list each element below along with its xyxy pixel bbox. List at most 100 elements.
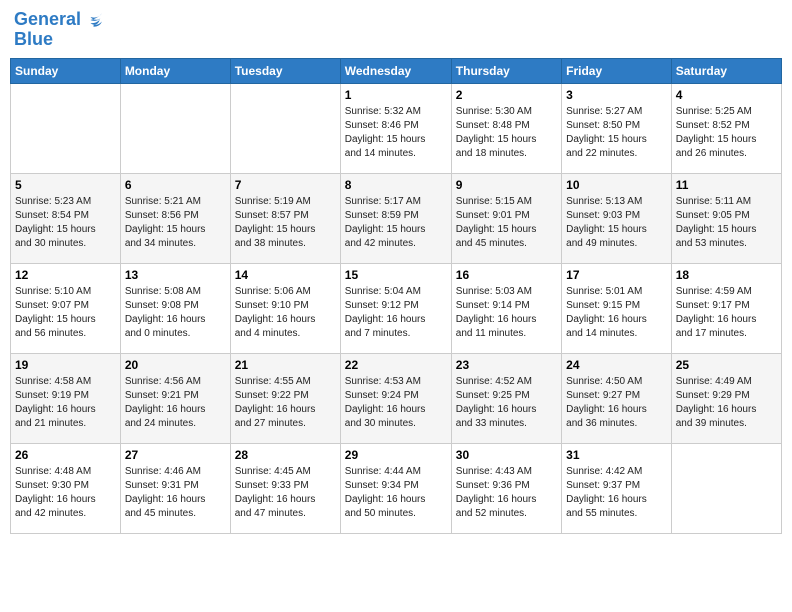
day-number: 19 (15, 358, 116, 372)
calendar-cell: 6Sunrise: 5:21 AM Sunset: 8:56 PM Daylig… (120, 173, 230, 263)
calendar-cell: 3Sunrise: 5:27 AM Sunset: 8:50 PM Daylig… (562, 83, 672, 173)
day-info: Sunrise: 5:15 AM Sunset: 9:01 PM Dayligh… (456, 195, 557, 251)
calendar-cell: 29 Sunrise: 4:44 AM Sunset: 9:34 PM Dayli… (340, 443, 451, 533)
calendar-cell: 20Sunrise: 4:56 AM Sunset: 9:21 PM Dayli… (120, 353, 230, 443)
day-info: Sunrise: 4:49 AM Sunset: 9:29 PM Dayligh… (676, 375, 777, 431)
calendar-cell (120, 83, 230, 173)
day-number: 9 (456, 178, 557, 192)
calendar-header: SundayMondayTuesdayWednesdayThursdayFrid… (11, 58, 782, 83)
day-number: 23 (456, 358, 557, 372)
weekday-header-monday: Monday (120, 58, 230, 83)
calendar-cell: 11 Sunrise: 5:11 AM Sunset: 9:05 PM Dayli… (671, 173, 781, 263)
calendar-cell: 8Sunrise: 5:17 AM Sunset: 8:59 PM Daylig… (340, 173, 451, 263)
day-info: Sunrise: 4:58 AM Sunset: 9:19 PM Dayligh… (15, 375, 116, 431)
day-number: 6 (125, 178, 226, 192)
calendar-cell (11, 83, 121, 173)
calendar-body: 1Sunrise: 5:32 AM Sunset: 8:46 PM Daylig… (11, 83, 782, 533)
day-info: Sunrise: 4:52 AM Sunset: 9:25 PM Dayligh… (456, 375, 557, 431)
calendar-cell: 12 Sunrise: 5:10 AM Sunset: 9:07 PM Dayli… (11, 263, 121, 353)
calendar-week-5: 26Sunrise: 4:48 AM Sunset: 9:30 PM Dayli… (11, 443, 782, 533)
logo: General Blue (14, 10, 104, 50)
calendar-week-4: 19 Sunrise: 4:58 AM Sunset: 9:19 PM Dayli… (11, 353, 782, 443)
calendar-cell: 17Sunrise: 5:01 AM Sunset: 9:15 PM Dayli… (562, 263, 672, 353)
calendar-cell: 26Sunrise: 4:48 AM Sunset: 9:30 PM Dayli… (11, 443, 121, 533)
calendar-week-1: 1Sunrise: 5:32 AM Sunset: 8:46 PM Daylig… (11, 83, 782, 173)
day-number: 7 (235, 178, 336, 192)
day-info: Sunrise: 4:53 AM Sunset: 9:24 PM Dayligh… (345, 375, 447, 431)
day-info: Sunrise: 4:50 AM Sunset: 9:27 PM Dayligh… (566, 375, 667, 431)
calendar-cell: 4 Sunrise: 5:25 AM Sunset: 8:52 PM Daylig… (671, 83, 781, 173)
calendar-cell: 7 Sunrise: 5:19 AM Sunset: 8:57 PM Daylig… (230, 173, 340, 263)
calendar-table: SundayMondayTuesdayWednesdayThursdayFrid… (10, 58, 782, 534)
weekday-header-wednesday: Wednesday (340, 58, 451, 83)
logo-text: General (14, 10, 104, 30)
calendar-cell: 9 Sunrise: 5:15 AM Sunset: 9:01 PM Daylig… (451, 173, 561, 263)
day-number: 1 (345, 88, 447, 102)
day-info: Sunrise: 5:27 AM Sunset: 8:50 PM Dayligh… (566, 105, 667, 161)
calendar-cell: 5 Sunrise: 5:23 AM Sunset: 8:54 PM Daylig… (11, 173, 121, 263)
calendar-cell: 25 Sunrise: 4:49 AM Sunset: 9:29 PM Dayli… (671, 353, 781, 443)
day-info: Sunrise: 5:19 AM Sunset: 8:57 PM Dayligh… (235, 195, 336, 251)
weekday-header-saturday: Saturday (671, 58, 781, 83)
day-info: Sunrise: 4:42 AM Sunset: 9:37 PM Dayligh… (566, 465, 667, 521)
day-number: 20 (125, 358, 226, 372)
day-info: Sunrise: 5:25 AM Sunset: 8:52 PM Dayligh… (676, 105, 777, 161)
day-number: 25 (676, 358, 777, 372)
day-number: 13 (125, 268, 226, 282)
calendar-cell: 31 Sunrise: 4:42 AM Sunset: 9:37 PM Dayli… (562, 443, 672, 533)
calendar-cell: 30 Sunrise: 4:43 AM Sunset: 9:36 PM Dayli… (451, 443, 561, 533)
weekday-header-sunday: Sunday (11, 58, 121, 83)
day-info: Sunrise: 5:30 AM Sunset: 8:48 PM Dayligh… (456, 105, 557, 161)
calendar-cell: 13 Sunrise: 5:08 AM Sunset: 9:08 PM Dayli… (120, 263, 230, 353)
day-number: 21 (235, 358, 336, 372)
day-info: Sunrise: 5:04 AM Sunset: 9:12 PM Dayligh… (345, 285, 447, 341)
day-info: Sunrise: 5:03 AM Sunset: 9:14 PM Dayligh… (456, 285, 557, 341)
calendar-cell: 14Sunrise: 5:06 AM Sunset: 9:10 PM Dayli… (230, 263, 340, 353)
day-number: 15 (345, 268, 447, 282)
day-info: Sunrise: 5:13 AM Sunset: 9:03 PM Dayligh… (566, 195, 667, 251)
calendar-cell (230, 83, 340, 173)
day-number: 11 (676, 178, 777, 192)
calendar-week-2: 5 Sunrise: 5:23 AM Sunset: 8:54 PM Daylig… (11, 173, 782, 263)
day-number: 29 (345, 448, 447, 462)
day-info: Sunrise: 4:44 AM Sunset: 9:34 PM Dayligh… (345, 465, 447, 521)
day-number: 16 (456, 268, 557, 282)
day-number: 30 (456, 448, 557, 462)
day-info: Sunrise: 5:10 AM Sunset: 9:07 PM Dayligh… (15, 285, 116, 341)
day-number: 2 (456, 88, 557, 102)
calendar-cell: 24 Sunrise: 4:50 AM Sunset: 9:27 PM Dayli… (562, 353, 672, 443)
day-number: 5 (15, 178, 116, 192)
weekday-header-row: SundayMondayTuesdayWednesdayThursdayFrid… (11, 58, 782, 83)
calendar-cell: 2 Sunrise: 5:30 AM Sunset: 8:48 PM Daylig… (451, 83, 561, 173)
day-number: 18 (676, 268, 777, 282)
calendar-cell: 16 Sunrise: 5:03 AM Sunset: 9:14 PM Dayli… (451, 263, 561, 353)
calendar-cell: 1Sunrise: 5:32 AM Sunset: 8:46 PM Daylig… (340, 83, 451, 173)
day-info: Sunrise: 4:43 AM Sunset: 9:36 PM Dayligh… (456, 465, 557, 521)
calendar-cell: 18 Sunrise: 4:59 AM Sunset: 9:17 PM Dayli… (671, 263, 781, 353)
day-info: Sunrise: 4:48 AM Sunset: 9:30 PM Dayligh… (15, 465, 116, 521)
weekday-header-friday: Friday (562, 58, 672, 83)
day-info: Sunrise: 5:23 AM Sunset: 8:54 PM Dayligh… (15, 195, 116, 251)
weekday-header-thursday: Thursday (451, 58, 561, 83)
day-number: 24 (566, 358, 667, 372)
day-info: Sunrise: 5:08 AM Sunset: 9:08 PM Dayligh… (125, 285, 226, 341)
calendar-cell: 28 Sunrise: 4:45 AM Sunset: 9:33 PM Dayli… (230, 443, 340, 533)
calendar-cell: 19 Sunrise: 4:58 AM Sunset: 9:19 PM Dayli… (11, 353, 121, 443)
logo-blue-text: Blue (14, 30, 104, 50)
day-number: 28 (235, 448, 336, 462)
day-info: Sunrise: 5:17 AM Sunset: 8:59 PM Dayligh… (345, 195, 447, 251)
day-info: Sunrise: 4:59 AM Sunset: 9:17 PM Dayligh… (676, 285, 777, 341)
day-number: 22 (345, 358, 447, 372)
day-info: Sunrise: 4:45 AM Sunset: 9:33 PM Dayligh… (235, 465, 336, 521)
day-number: 12 (15, 268, 116, 282)
day-info: Sunrise: 4:46 AM Sunset: 9:31 PM Dayligh… (125, 465, 226, 521)
day-info: Sunrise: 5:11 AM Sunset: 9:05 PM Dayligh… (676, 195, 777, 251)
calendar-cell: 21 Sunrise: 4:55 AM Sunset: 9:22 PM Dayli… (230, 353, 340, 443)
day-info: Sunrise: 5:06 AM Sunset: 9:10 PM Dayligh… (235, 285, 336, 341)
day-number: 4 (676, 88, 777, 102)
day-number: 10 (566, 178, 667, 192)
day-number: 31 (566, 448, 667, 462)
weekday-header-tuesday: Tuesday (230, 58, 340, 83)
day-info: Sunrise: 4:55 AM Sunset: 9:22 PM Dayligh… (235, 375, 336, 431)
calendar-cell: 27Sunrise: 4:46 AM Sunset: 9:31 PM Dayli… (120, 443, 230, 533)
